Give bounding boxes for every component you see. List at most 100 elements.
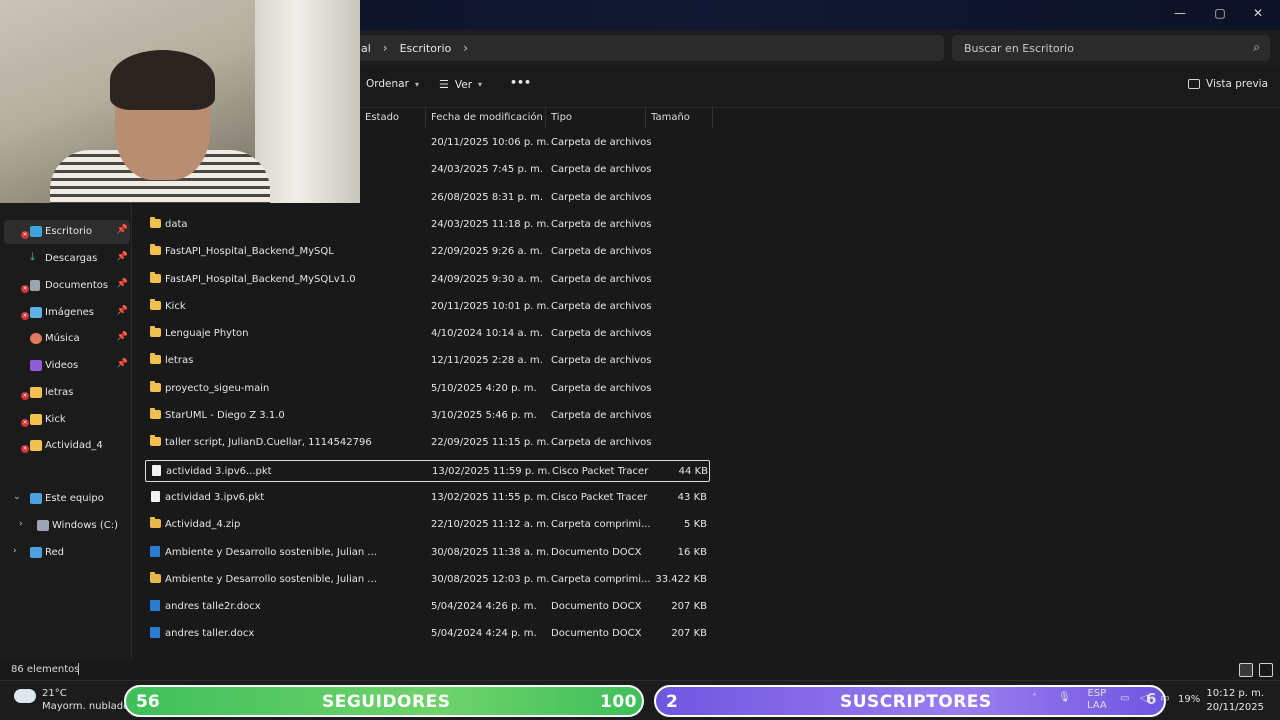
close-button[interactable]: ✕: [1238, 0, 1278, 26]
search-input[interactable]: Buscar en Escritorio ⌕: [952, 35, 1270, 61]
file-row[interactable]: Actividad_4.zip 22/10/2025 11:12 a. m. Car…: [145, 514, 710, 536]
pin-icon[interactable]: 📌: [117, 306, 128, 316]
sidebar-item-este-equipo[interactable]: ⌄ Este equipo: [4, 487, 130, 511]
column-header-status[interactable]: Estado: [360, 108, 426, 128]
pin-icon[interactable]: 📌: [117, 225, 128, 235]
clock[interactable]: 10:12 p. m. 20/11/2025: [1206, 687, 1264, 715]
network-icon[interactable]: ▭: [1120, 693, 1129, 720]
battery-icon[interactable]: ▭: [1160, 693, 1169, 720]
file-type: Carpeta comprimi...: [551, 519, 651, 531]
followers-count: 56: [136, 692, 160, 712]
column-header-date[interactable]: Fecha de modificación: [426, 108, 546, 128]
sidebar-item-red[interactable]: › Red: [4, 541, 130, 565]
pin-icon[interactable]: 📌: [117, 332, 128, 342]
sidebar-item-descargas[interactable]: ⤓ Descargas 📌: [4, 247, 130, 271]
file-type: Carpeta de archivos: [551, 191, 652, 203]
file-type: Carpeta de archivos: [551, 382, 652, 394]
file-row[interactable]: letras 12/11/2025 2:28 a. m. Carpeta de ar…: [145, 350, 710, 372]
file-row[interactable]: Lenguaje Phyton 4/10/2024 10:14 a. m. Carp…: [145, 323, 710, 345]
sidebar-item-musica[interactable]: Música 📌: [4, 327, 130, 351]
preview-pane-button[interactable]: Vista previa: [1188, 78, 1268, 90]
more-options-button[interactable]: •••: [510, 76, 531, 89]
sidebar-item-videos[interactable]: Videos 📌: [4, 354, 130, 378]
file-name: Actividad_4.zip: [165, 519, 241, 531]
file-type: Carpeta de archivos: [551, 218, 652, 230]
sort-button[interactable]: Ordenar ▾: [366, 78, 419, 90]
file-row[interactable]: FastAPI_Hospital_Backend_MySQLv1.0 24/09/…: [145, 269, 710, 291]
chevron-down-icon[interactable]: ⌄: [13, 492, 21, 502]
chevron-right-icon[interactable]: ›: [19, 519, 23, 529]
file-date: 30/08/2025 12:03 p. m.: [431, 573, 550, 585]
minimize-button[interactable]: —: [1160, 0, 1200, 26]
file-row[interactable]: proyecto_sigeu-main 5/10/2025 4:20 p. m. C…: [145, 378, 710, 400]
file-row[interactable]: actividad 3.ipv6...pkt 13/02/2025 11:59 p…: [145, 459, 710, 482]
file-type: Carpeta de archivos: [551, 328, 652, 340]
weather-temp: 21°C: [42, 688, 67, 699]
file-date: 5/10/2025 4:20 p. m.: [431, 382, 537, 394]
file-row[interactable]: Ambiente y Desarrollo sostenible, Julian…: [145, 569, 710, 591]
file-row[interactable]: andres talle2r.docx 5/04/2024 4:26 p. m. D…: [145, 596, 710, 618]
folder-icon: [150, 271, 161, 283]
network-icon: [30, 547, 42, 558]
maximize-button[interactable]: ▢: [1200, 0, 1240, 26]
folder-icon: [150, 435, 161, 447]
chevron-right-icon[interactable]: ›: [13, 546, 17, 556]
sidebar-item-windows-c[interactable]: › Windows (C:): [4, 514, 130, 538]
file-date: 13/02/2025 11:59 p. m.: [432, 465, 551, 477]
view-label: Ver: [454, 78, 473, 91]
details-view-icon[interactable]: [1239, 663, 1253, 677]
sidebar-item-label: Red: [45, 547, 64, 558]
breadcrumb-item-current[interactable]: Escritorio: [400, 42, 452, 55]
tiles-view-icon[interactable]: [1259, 663, 1273, 677]
view-button[interactable]: ☰ Ver ▾: [439, 78, 482, 91]
weather-desc: Mayorm. nublado: [42, 701, 130, 712]
notification-count[interactable]: 6: [1146, 690, 1156, 720]
pin-icon[interactable]: 📌: [117, 279, 128, 289]
breadcrumb[interactable]: nal › Escritorio ›: [340, 35, 944, 61]
search-icon: ⌕: [1253, 40, 1260, 54]
sidebar-item-kick[interactable]: × Kick: [4, 408, 130, 432]
sidebar-item-imagenes[interactable]: × Imágenes 📌: [4, 301, 130, 325]
microphone-icon[interactable]: 🎙: [1058, 692, 1071, 720]
sync-error-icon: ×: [21, 445, 29, 453]
chevron-right-icon[interactable]: ›: [463, 41, 468, 55]
pin-icon[interactable]: 📌: [117, 252, 128, 262]
zip-folder-icon: [150, 571, 161, 583]
file-row[interactable]: FastAPI_Hospital_Backend_MySQL 22/09/2025…: [145, 241, 710, 263]
sidebar-item-letras[interactable]: × letras: [4, 381, 130, 405]
sidebar-item-label: Windows (C:): [52, 520, 118, 531]
file-name: Lenguaje Phyton: [165, 328, 249, 340]
clock-date: 20/11/2025: [1206, 702, 1264, 713]
file-name: Kick: [165, 300, 186, 312]
file-size: 44 KB: [678, 465, 708, 477]
pictures-icon: [30, 307, 42, 318]
folder-icon: [30, 440, 42, 451]
sidebar-item-label: Videos: [45, 360, 79, 371]
sidebar-item-escritorio[interactable]: × Escritorio 📌: [4, 220, 130, 244]
file-row[interactable]: actividad 3.ipv6.pkt 13/02/2025 11:55 p. …: [145, 487, 710, 509]
file-row[interactable]: data 24/03/2025 11:18 p. m. Carpeta de arc…: [145, 214, 710, 236]
column-header-size[interactable]: Tamaño: [646, 108, 713, 128]
file-name: andres taller.docx: [165, 628, 255, 640]
pin-icon[interactable]: 📌: [117, 359, 128, 369]
file-date: 13/02/2025 11:55 p. m.: [431, 491, 550, 503]
file-type: Carpeta de archivos: [551, 437, 652, 449]
file-type: Carpeta de archivos: [551, 164, 652, 176]
file-row[interactable]: Kick 20/11/2025 10:01 p. m. Carpeta de arc…: [145, 296, 710, 318]
sidebar-item-label: letras: [45, 387, 74, 398]
language-top: ESP: [1087, 688, 1107, 699]
file-row[interactable]: Ambiente y Desarrollo sostenible, Julian…: [145, 542, 710, 564]
cloud-icon: [14, 689, 36, 703]
sidebar-item-documentos[interactable]: × Documentos 📌: [4, 274, 130, 298]
file-type: Carpeta de archivos: [551, 355, 652, 367]
sidebar-item-actividad-4[interactable]: × Actividad_4: [4, 434, 130, 458]
file-date: 5/04/2024 4:24 p. m.: [431, 628, 537, 640]
chevron-up-icon[interactable]: ˄: [1032, 693, 1037, 720]
language-indicator[interactable]: ESP LAA: [1087, 688, 1107, 720]
item-count: 86 elementos: [11, 664, 80, 675]
file-row[interactable]: StarUML - Diego Z 3.1.0 3/10/2025 5:46 p.…: [145, 405, 710, 427]
column-header-type[interactable]: Tipo: [546, 108, 646, 128]
file-row[interactable]: andres taller.docx 5/04/2024 4:24 p. m. Do…: [145, 623, 710, 645]
file-row[interactable]: taller script, JulianD.Cuellar, 11145427…: [145, 432, 710, 454]
webcam-overlay: [0, 0, 360, 203]
